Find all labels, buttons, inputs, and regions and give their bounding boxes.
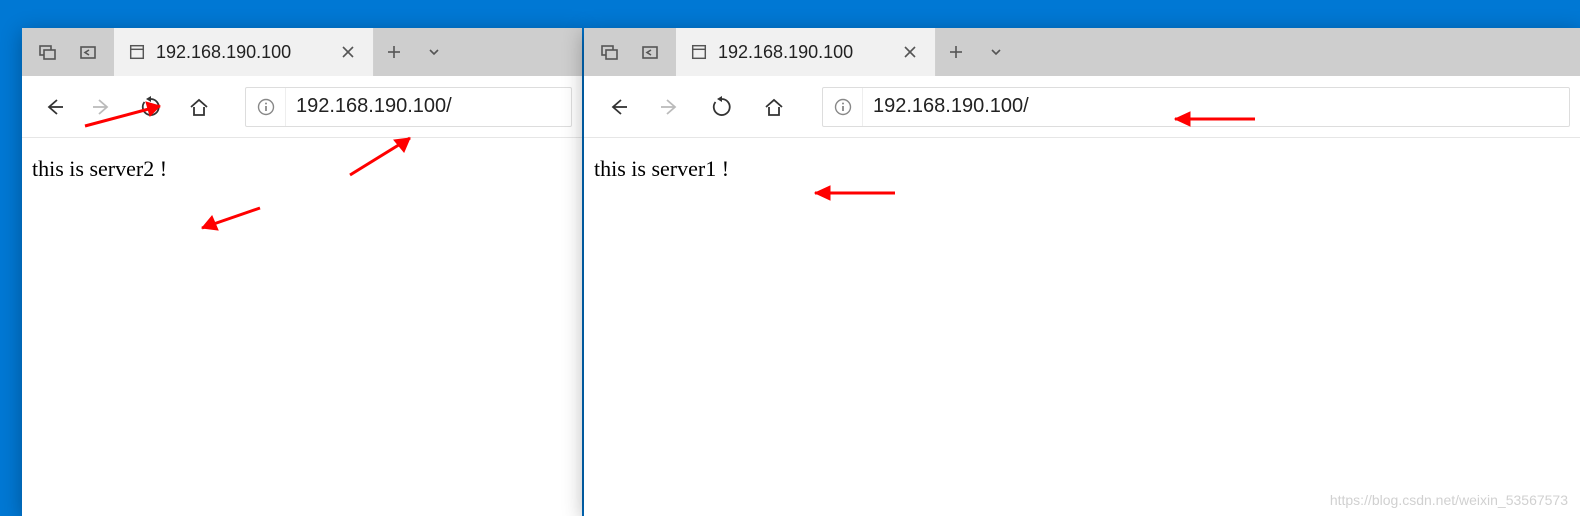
page-icon — [128, 43, 146, 61]
set-aside-tabs-icon[interactable] — [630, 28, 670, 76]
refresh-button[interactable] — [698, 83, 746, 131]
forward-button[interactable] — [646, 83, 694, 131]
page-icon — [690, 43, 708, 61]
nav-bar — [22, 76, 582, 138]
new-tab-button[interactable] — [936, 28, 976, 76]
tab-actions — [374, 28, 454, 76]
page-content: this is server2 ! — [22, 138, 582, 516]
watermark: https://blog.csdn.net/weixin_53567573 — [1330, 492, 1568, 508]
tab-dropdown-icon[interactable] — [976, 28, 1016, 76]
active-tab[interactable]: 192.168.190.100 — [114, 28, 374, 76]
refresh-button[interactable] — [129, 83, 173, 131]
tab-title: 192.168.190.100 — [718, 42, 885, 63]
tab-title: 192.168.190.100 — [156, 42, 323, 63]
browser-window-right: 192.168.190.100 — [584, 28, 1580, 516]
tab-preview-icon[interactable] — [28, 28, 68, 76]
page-content: this is server1 ! — [584, 138, 1580, 516]
active-tab[interactable]: 192.168.190.100 — [676, 28, 936, 76]
url-input[interactable] — [286, 88, 571, 126]
tab-bar-leading-icons — [22, 28, 114, 76]
tab-bar: 192.168.190.100 — [22, 28, 582, 76]
tab-bar-leading-icons — [584, 28, 676, 76]
address-bar[interactable] — [245, 87, 572, 127]
url-input[interactable] — [863, 88, 1569, 126]
tab-actions — [936, 28, 1016, 76]
browser-window-left: 192.168.190.100 — [22, 28, 582, 516]
close-tab-button[interactable] — [895, 37, 925, 67]
home-button[interactable] — [750, 83, 798, 131]
address-bar[interactable] — [822, 87, 1570, 127]
page-body-text: this is server1 ! — [594, 156, 729, 181]
set-aside-tabs-icon[interactable] — [68, 28, 108, 76]
site-info-icon[interactable] — [823, 88, 863, 126]
tab-dropdown-icon[interactable] — [414, 28, 454, 76]
nav-bar — [584, 76, 1580, 138]
site-info-icon[interactable] — [246, 88, 286, 126]
tab-preview-icon[interactable] — [590, 28, 630, 76]
tab-bar: 192.168.190.100 — [584, 28, 1580, 76]
home-button[interactable] — [177, 83, 221, 131]
close-tab-button[interactable] — [333, 37, 363, 67]
back-button[interactable] — [32, 83, 76, 131]
back-button[interactable] — [594, 83, 642, 131]
forward-button[interactable] — [80, 83, 124, 131]
page-body-text: this is server2 ! — [32, 156, 167, 181]
new-tab-button[interactable] — [374, 28, 414, 76]
